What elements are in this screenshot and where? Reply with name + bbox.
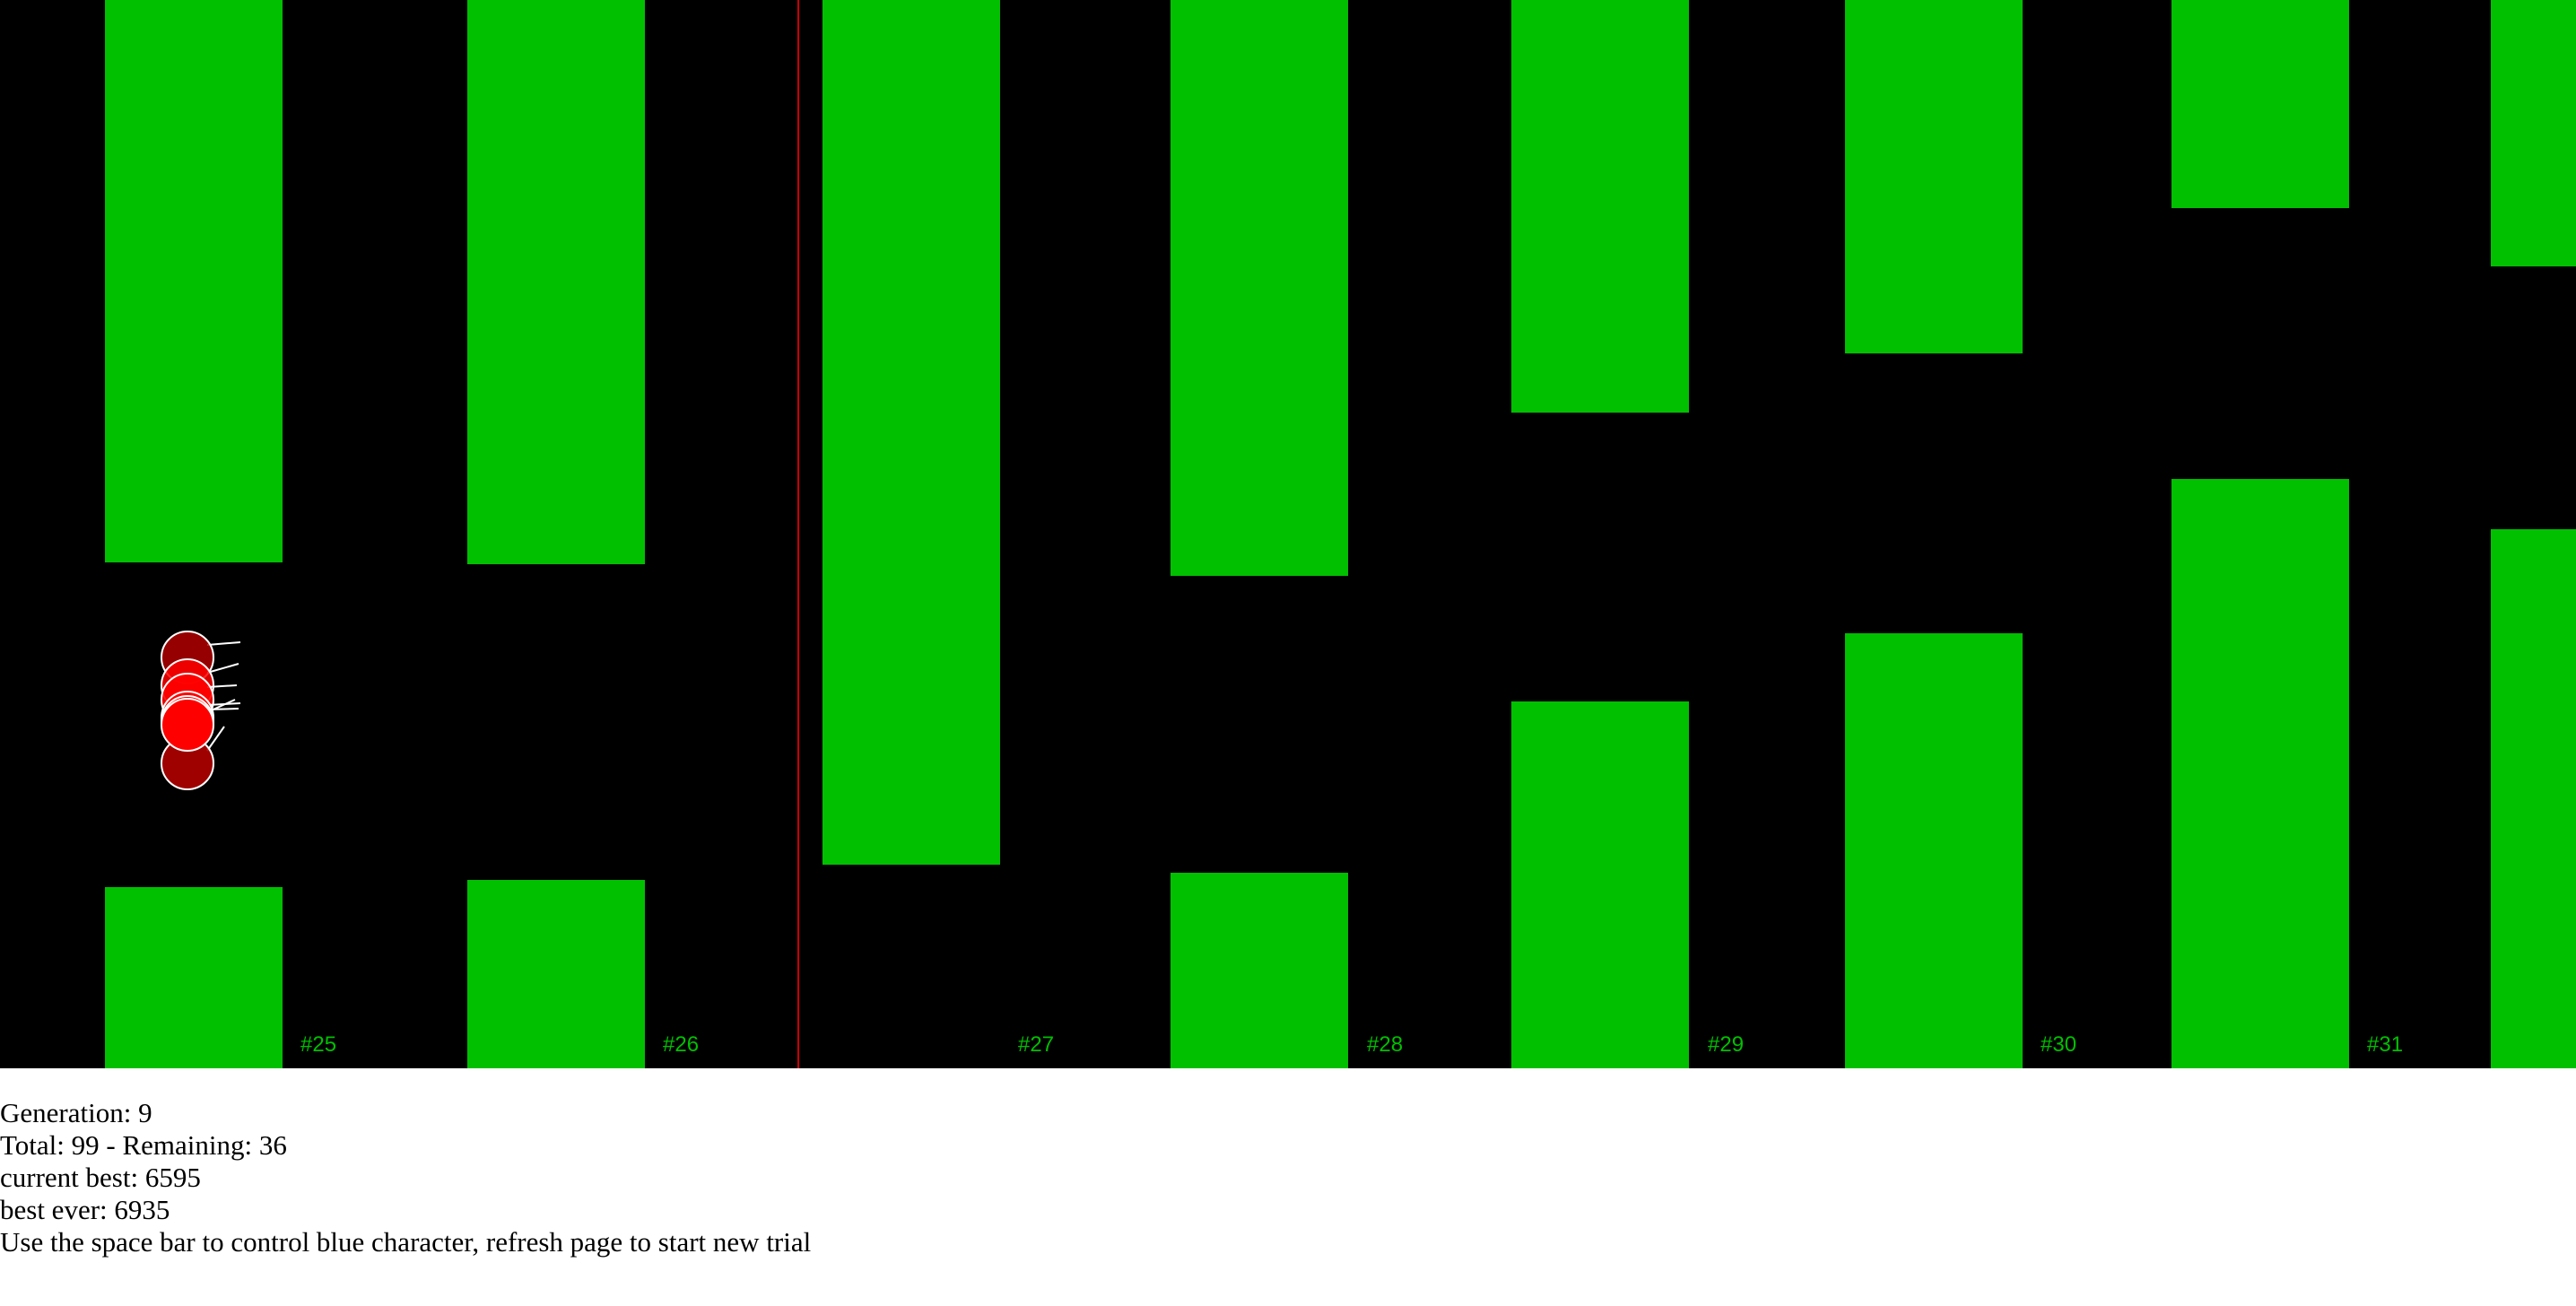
pipe-top: [2171, 0, 2349, 208]
separator: -: [106, 1129, 116, 1161]
pipe-top: [2491, 0, 2576, 266]
game-scene: #25 #26 #27 #28 #29 #30 #31: [105, 0, 2576, 1068]
bird-sensor-line: [206, 641, 241, 646]
stats-panel: Generation: 9 Total: 99 - Remaining: 36 …: [0, 1097, 2576, 1258]
game-canvas[interactable]: #25 #26 #27 #28 #29 #30 #31: [0, 0, 2576, 1068]
pipe-top: [1511, 0, 1689, 413]
pipe-number-label: #30: [2041, 1032, 2076, 1057]
remaining-value: 36: [258, 1129, 287, 1161]
pipe-bottom: [105, 887, 283, 1068]
pipe-number-label: #28: [1367, 1032, 1403, 1057]
best-ever-line: best ever: 6935: [0, 1194, 2576, 1226]
generation-label: Generation:: [0, 1097, 132, 1128]
pipe-bottom: [1845, 633, 2023, 1068]
pipe-top: [105, 0, 283, 562]
pipe-bottom: [1171, 873, 1348, 1068]
pipe-number-label: #27: [1018, 1032, 1054, 1057]
pipe-number-label: #29: [1708, 1032, 1744, 1057]
generation-line: Generation: 9: [0, 1097, 2576, 1129]
pipe-number-label: #31: [2367, 1032, 2403, 1057]
pipe-top: [822, 0, 1000, 865]
pipe-bottom: [2171, 479, 2349, 1068]
total-value: 99: [71, 1129, 100, 1161]
birds-layer: [161, 631, 241, 790]
pipe-bottom: [2491, 529, 2576, 1068]
pipe-top: [1845, 0, 2023, 353]
pipe-bottom: [467, 880, 645, 1068]
total-label: Total:: [0, 1129, 65, 1161]
population-line: Total: 99 - Remaining: 36: [0, 1129, 2576, 1162]
current-best-value: 6595: [144, 1162, 201, 1193]
pipe-number-label: #26: [663, 1032, 699, 1057]
pipe-number-label: #25: [300, 1032, 336, 1057]
best-ever-value: 6935: [114, 1194, 170, 1225]
instructions-text: Use the space bar to control blue charac…: [0, 1226, 812, 1258]
best-ever-label: best ever:: [0, 1194, 108, 1225]
pipe-top: [1171, 0, 1348, 576]
pipes-layer: [105, 0, 2576, 1068]
pipe-top: [467, 0, 645, 564]
bird-agent: [161, 698, 214, 752]
generation-value: 9: [138, 1097, 152, 1128]
current-best-label: current best:: [0, 1162, 139, 1193]
pipe-bottom: [1511, 701, 1689, 1068]
remaining-label: Remaining:: [122, 1129, 253, 1161]
current-best-line: current best: 6595: [0, 1162, 2576, 1194]
